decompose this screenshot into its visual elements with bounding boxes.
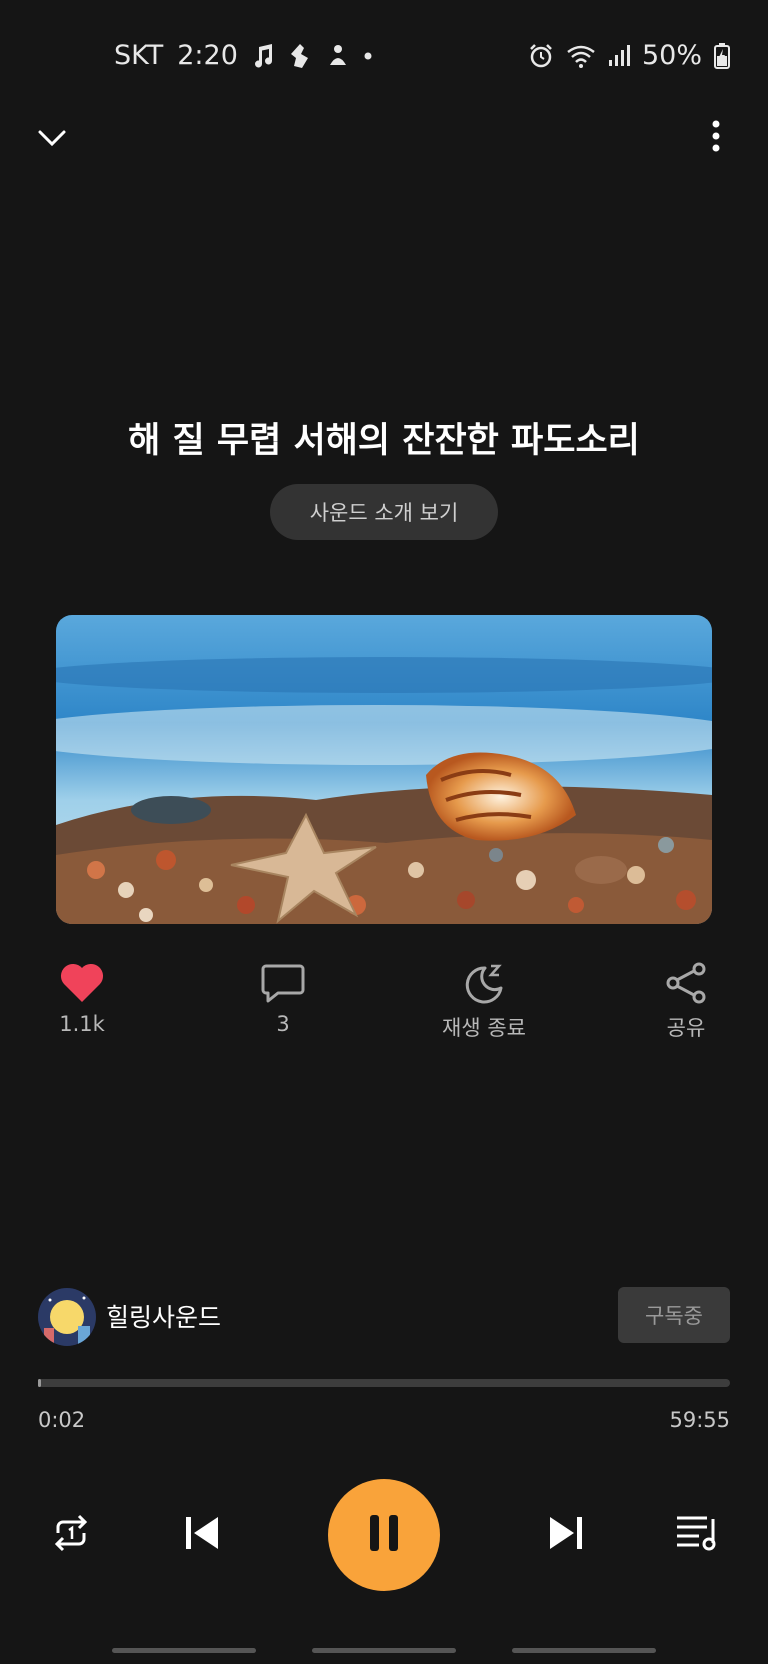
- heart-icon: [22, 962, 142, 1004]
- queue-button[interactable]: [672, 1513, 722, 1557]
- channel-avatar[interactable]: [38, 1288, 96, 1346]
- next-icon: [546, 1513, 586, 1557]
- battery-percent: 50%: [641, 40, 702, 71]
- alarm-icon: [528, 43, 554, 69]
- previous-button[interactable]: [180, 1513, 224, 1557]
- chevron-down-icon: [36, 130, 68, 158]
- nav-recents[interactable]: [112, 1648, 256, 1653]
- previous-icon: [182, 1513, 222, 1557]
- next-button[interactable]: [544, 1513, 588, 1557]
- like-count: 1.1k: [59, 1012, 105, 1036]
- share-label: 공유: [666, 1016, 706, 1040]
- status-bar-right: 50%: [528, 40, 730, 71]
- carrier-label: SKT: [114, 40, 164, 71]
- more-notifications-dot-icon: [364, 52, 372, 60]
- comment-button[interactable]: 3: [223, 962, 343, 1036]
- play-pause-button[interactable]: [328, 1479, 440, 1591]
- notification-icon-2: [326, 43, 350, 69]
- more-menu-button[interactable]: [706, 120, 726, 154]
- elapsed-time: 0:02: [38, 1408, 86, 1432]
- sleep-timer-button[interactable]: 재생 종료: [424, 962, 544, 1042]
- nav-home[interactable]: [312, 1648, 456, 1653]
- comment-icon: [223, 962, 343, 1004]
- progress-fill: [38, 1379, 41, 1387]
- track-title: 해 질 무렵 서해의 잔잔한 파도소리: [128, 421, 640, 461]
- sleep-timer-label: 재생 종료: [442, 1016, 526, 1040]
- share-icon: [626, 962, 746, 1004]
- status-bar-left: SKT 2:20: [114, 40, 372, 71]
- nav-back[interactable]: [512, 1648, 656, 1653]
- more-vert-icon: [706, 120, 726, 158]
- comment-count: 3: [276, 1012, 290, 1036]
- wifi-icon: [566, 44, 596, 68]
- battery-icon: [714, 42, 730, 69]
- music-note-icon: [252, 43, 274, 69]
- track-artwork: [56, 615, 712, 924]
- share-button[interactable]: 공유: [626, 962, 746, 1042]
- like-button[interactable]: 1.1k: [22, 962, 142, 1036]
- remaining-time: 59:55: [669, 1408, 730, 1432]
- repeat-one-icon: [50, 1513, 92, 1557]
- collapse-button[interactable]: [36, 122, 68, 154]
- notification-icon: [288, 42, 312, 70]
- repeat-button[interactable]: [46, 1513, 96, 1557]
- signal-icon: [608, 44, 630, 67]
- channel-name[interactable]: 힐링사운드: [106, 1298, 221, 1334]
- progress-bar[interactable]: [38, 1379, 730, 1387]
- sound-intro-button[interactable]: 사운드 소개 보기: [270, 484, 498, 540]
- subscribed-button[interactable]: 구독중: [618, 1287, 730, 1343]
- queue-icon: [675, 1513, 719, 1557]
- moon-sleep-icon: [424, 962, 544, 1004]
- pause-icon: [366, 1513, 402, 1557]
- clock: 2:20: [177, 40, 238, 71]
